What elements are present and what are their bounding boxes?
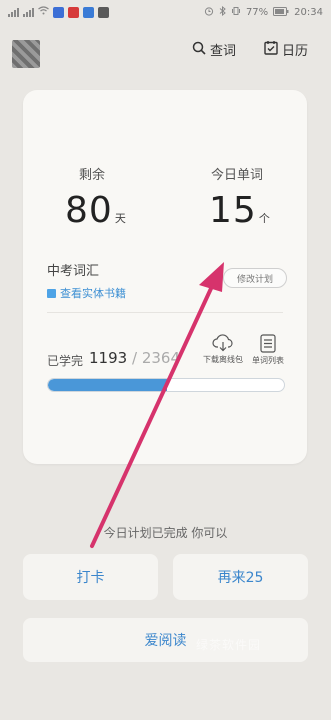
status-left-icons: [8, 6, 109, 18]
app-notification-icon: [53, 6, 64, 18]
today-words-unit: 个: [258, 212, 271, 225]
plan-complete-message: 今日计划已完成 你可以: [103, 526, 228, 540]
status-bar: 77% 20:34: [0, 0, 331, 26]
view-physical-book-label: 查看实体书籍: [60, 287, 126, 300]
learned-separator: /: [131, 349, 138, 367]
study-plan-card: 剩余 80 天 今日单词 15 个 中考词汇 查看实体书籍 修改计划 已学完 119…: [23, 90, 307, 464]
download-offline-button[interactable]: 下载离线包: [203, 334, 243, 365]
calendar-button[interactable]: 日历: [264, 40, 308, 59]
signal-icon-2: [23, 7, 34, 17]
reading-button[interactable]: 爱阅读: [23, 618, 308, 662]
modify-plan-button[interactable]: 修改计划: [223, 268, 287, 288]
today-words-number: 15: [209, 190, 257, 231]
word-list-label: 单词列表: [252, 356, 284, 365]
calendar-button-label: 日历: [282, 44, 309, 59]
app-notification-icon: [68, 6, 79, 18]
word-list-button[interactable]: 单词列表: [248, 334, 288, 366]
vibrate-icon: [231, 6, 241, 19]
remaining-days-label: 剩余: [79, 168, 106, 183]
learn-25-more-button[interactable]: 再来25: [173, 554, 308, 600]
status-right: 77% 20:34: [204, 5, 323, 19]
calendar-icon: [264, 40, 278, 59]
learned-count: 1193 / 2364: [89, 349, 180, 367]
learned-label: 已学完: [47, 354, 84, 368]
search-button-label: 查词: [210, 44, 237, 59]
view-physical-book-link[interactable]: 查看实体书籍: [47, 285, 126, 301]
learning-progress-bar: [47, 378, 285, 392]
download-offline-label: 下载离线包: [203, 355, 243, 364]
wifi-icon: [38, 6, 49, 18]
progress-fill: [48, 379, 168, 391]
signal-icon: [8, 7, 19, 17]
clock-time: 20:34: [294, 7, 323, 18]
app-notification-icon: [98, 6, 109, 18]
alarm-icon: [204, 6, 214, 19]
battery-icon: [273, 6, 289, 19]
learned-total: 2364: [141, 349, 180, 367]
clock-in-button[interactable]: 打卡: [23, 554, 158, 600]
battery-level: 77%: [245, 7, 269, 18]
book-name: 中考词汇: [47, 264, 100, 279]
divider: [47, 312, 283, 313]
list-icon: [260, 334, 276, 355]
remaining-days-value: 80 天: [65, 190, 127, 231]
search-button[interactable]: 查词: [192, 40, 236, 59]
app-notification-icon: [83, 6, 94, 18]
cloud-download-icon: [212, 334, 234, 354]
search-icon: [192, 41, 206, 59]
remaining-days-unit: 天: [114, 212, 127, 225]
book-icon: [47, 288, 56, 298]
bluetooth-icon: [219, 5, 226, 19]
avatar[interactable]: [12, 40, 40, 68]
learned-value: 1193: [89, 349, 128, 367]
remaining-days-number: 80: [65, 190, 113, 231]
today-words-label: 今日单词: [211, 168, 264, 183]
today-words-value: 15 个: [209, 190, 271, 231]
watermark: 绿茶软件园: [196, 638, 262, 652]
